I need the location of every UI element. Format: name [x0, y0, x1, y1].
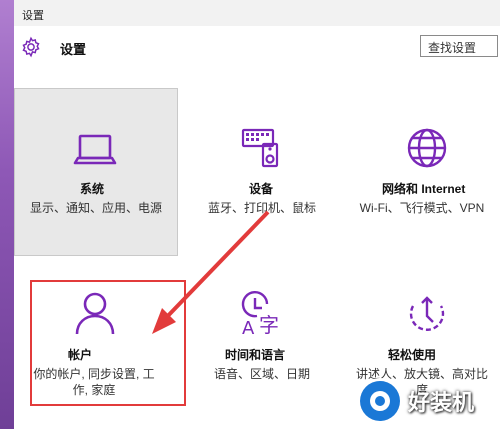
tile-description: 语音、区域、日期 [213, 367, 310, 381]
tile-network[interactable]: 网络和 Internet Wi-Fi、飞行模式、VPN [352, 118, 500, 216]
laptop-icon [20, 118, 170, 170]
title-bar: 设置 [14, 0, 500, 26]
window-title: 设置 [22, 10, 44, 22]
globe-icon [352, 118, 500, 170]
tile-label: 时间和语言 [225, 348, 286, 362]
watermark: 好装机 [360, 372, 500, 429]
annotation-arrow [152, 210, 270, 334]
tile-label: 轻松使用 [388, 348, 437, 362]
ease-of-access-icon [352, 284, 500, 336]
tile-label: 设备 [249, 182, 274, 196]
keyboard-speaker-icon [187, 118, 337, 170]
tile-label: 网络和 Internet [382, 182, 466, 196]
search-input[interactable]: 查找设置 [420, 35, 498, 57]
tile-description: Wi-Fi、飞行模式、VPN [359, 201, 485, 215]
watermark-logo-icon [360, 380, 400, 421]
gear-icon [20, 36, 42, 58]
page-title: 设置 [60, 42, 87, 57]
tile-label: 系统 [80, 182, 105, 196]
watermark-text: 好装机 [408, 389, 475, 415]
desktop-background [0, 0, 14, 429]
